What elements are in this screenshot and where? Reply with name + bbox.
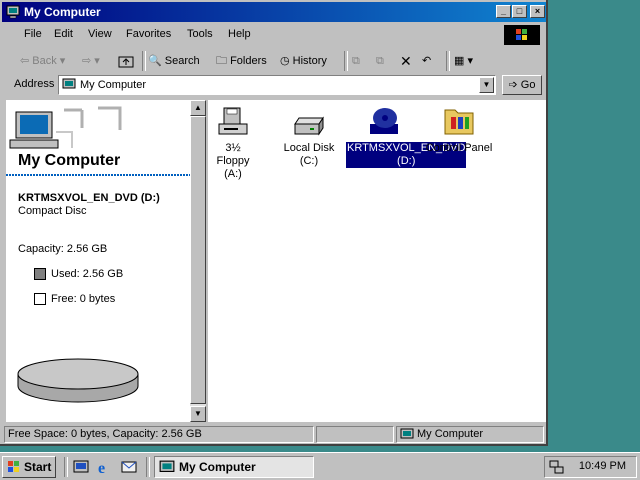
views-button[interactable]: ▦ ▾ [454,52,473,70]
move-to-button[interactable]: ⧉ [352,52,360,70]
left-panel-scrollbar[interactable]: ▲ ▼ [190,100,206,422]
drive-label: Local Disk (C:) [283,142,335,167]
disk-usage-pie [17,358,139,403]
drive-item-c[interactable]: Local Disk (C:) [272,106,346,168]
show-desktop-icon[interactable] [72,458,90,476]
taskbar-button-label: My Computer [179,460,256,474]
delete-icon: ✕ [400,53,412,69]
search-button[interactable]: 🔍 Search [148,52,200,70]
history-button[interactable]: ◷ History [280,52,327,70]
windows-flag-icon [8,461,19,472]
status-zone: My Computer [396,426,544,443]
move-to-icon: ⧉ [352,55,360,67]
computer-banner-icon [9,106,122,149]
go-arrow-icon: ➩ [508,79,518,91]
up-folder-icon [118,56,134,68]
network-icon[interactable] [549,459,565,475]
windows-logo-icon [504,25,540,45]
panel-heading: My Computer [18,152,121,169]
drive-item-a[interactable]: 3½ Floppy (A:) [208,106,258,181]
my-computer-icon [159,460,175,472]
my-computer-icon [62,78,76,89]
undo-button[interactable]: ↶ [422,52,431,70]
drive-label: Control Panel [425,142,493,154]
system-tray: 10:49 PM [544,456,637,478]
toolbar-separator [142,51,146,71]
toolbar-separator [446,51,450,71]
clock[interactable]: 10:49 PM [579,460,626,472]
copy-to-button[interactable]: ⧉ [376,52,384,70]
address-value: My Computer [80,79,147,91]
drive-type: Compact Disc [18,205,87,217]
start-label: Start [24,460,52,474]
quicklaunch-separator [64,457,68,477]
address-dropdown-button[interactable]: ▼ [479,77,494,93]
left-info-panel: My Computer KRTMSXVOL_EN_DVD (D:) Compac… [6,100,190,422]
drive-name: KRTMSXVOL_EN_DVD (D:) [18,192,160,204]
back-button[interactable]: ⇦ Back ▾ [20,52,65,70]
history-icon: ◷ [280,55,290,67]
scroll-up-button[interactable]: ▲ [190,100,206,116]
menu-favorites[interactable]: Favorites [126,28,171,40]
minimize-button[interactable]: _ [496,5,511,18]
status-empty-field [316,426,394,443]
free-legend-swatch [34,293,46,305]
views-icon: ▦ ▾ [454,55,473,67]
used-text: Used: 2.56 GB [51,268,124,280]
folders-icon: 🗀 [216,55,227,67]
internet-explorer-icon[interactable]: e [96,458,114,476]
drive-item-d[interactable]: KRTMSXVOL_EN_DVD (D:) [346,106,467,168]
menu-view[interactable]: View [88,28,112,40]
go-button[interactable]: ➩ Go [502,75,542,95]
status-zone-label: My Computer [417,428,484,440]
menu-help[interactable]: Help [228,28,251,40]
menu-edit[interactable]: Edit [54,28,73,40]
forward-arrow-icon: ⇨ ▾ [82,55,100,67]
heading-divider [6,174,190,176]
drive-item-control-panel[interactable]: Control Panel [422,106,496,155]
control-panel-icon [444,109,474,135]
undo-icon: ↶ [422,55,432,67]
menu-bar: File Edit View Favorites Tools Help [4,24,544,46]
scroll-down-button[interactable]: ▼ [190,406,206,422]
window-title: My Computer [24,5,101,19]
taskbar: Start e My Computer 10:49 PM [0,452,640,480]
folders-button[interactable]: 🗀 Folders [216,52,267,70]
search-icon: 🔍 [148,55,162,67]
quicklaunch-separator [146,457,150,477]
my-computer-window: My Computer _ □ × File Edit View Favorit… [0,0,548,446]
address-bar: Address My Computer ▼ ➩ Go [4,74,544,98]
dvd-drive-icon [370,108,398,134]
address-input[interactable]: My Computer ▼ [58,75,496,95]
my-computer-icon [6,5,20,19]
svg-text:e: e [98,460,105,476]
start-button[interactable]: Start [2,456,56,478]
standard-toolbar: ⇦ Back ▾ ⇨ ▾ 🔍 Search 🗀 Folders ◷ Histor… [4,48,544,74]
close-button[interactable]: × [530,5,545,18]
forward-button[interactable]: ⇨ ▾ [82,52,100,70]
floppy-drive-icon [218,107,248,135]
menu-tools[interactable]: Tools [187,28,213,40]
my-computer-icon [400,428,414,439]
address-label: Address [14,78,55,90]
back-arrow-icon: ⇦ [20,55,30,67]
taskbar-button-my-computer[interactable]: My Computer [154,456,314,478]
drive-label: 3½ Floppy (A:) [216,142,250,180]
file-view-pane: 3½ Floppy (A:) Local Disk (C:) KRTMSXVOL… [208,100,546,422]
menu-file[interactable]: File [24,28,42,40]
copy-to-icon: ⧉ [376,55,384,67]
status-info: Free Space: 0 bytes, Capacity: 2.56 GB [4,426,314,443]
scroll-thumb[interactable] [190,116,206,404]
used-legend-swatch [34,268,46,280]
toolbar-separator [344,51,348,71]
hard-disk-icon [294,116,324,136]
maximize-button[interactable]: □ [512,5,527,18]
outlook-express-icon[interactable] [120,458,138,476]
capacity-text: Capacity: 2.56 GB [18,243,108,255]
status-bar: Free Space: 0 bytes, Capacity: 2.56 GB M… [2,424,546,444]
delete-button[interactable]: ✕ [400,52,412,70]
free-text: Free: 0 bytes [51,293,116,305]
title-bar[interactable]: My Computer _ □ × [2,2,546,22]
up-folder-button[interactable] [118,52,134,70]
